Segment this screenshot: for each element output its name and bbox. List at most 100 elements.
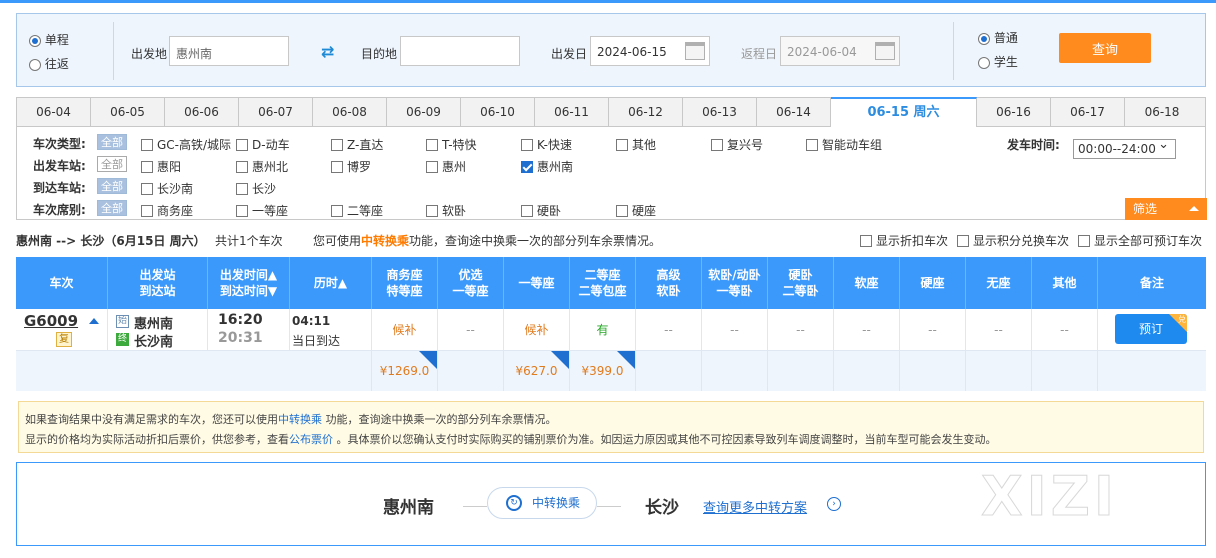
date-tab[interactable]: 06-09 [387, 98, 461, 126]
transfer-button[interactable]: ↻ 中转换乘 [487, 487, 597, 519]
train-type-row: 车次类型: 全部 GC-高铁/城际 D-动车 Z-直达 T-特快 K-快速 其他… [17, 132, 1205, 159]
all-from-stations-button[interactable]: 全部 [97, 156, 127, 172]
col-times[interactable]: 出发时间▲ 到达时间▼ [208, 257, 290, 309]
passenger-normal-option[interactable]: 普通 [978, 29, 1018, 46]
date-tab[interactable]: 06-13 [683, 98, 757, 126]
result-count: 共计1个车次 [215, 234, 283, 248]
from-station-option[interactable]: 博罗 [331, 158, 371, 175]
filter-toggle-button[interactable]: 筛选 [1125, 198, 1207, 220]
from-station-option[interactable]: 惠州北 [236, 158, 288, 175]
trip-return-option[interactable]: 往返 [29, 55, 69, 72]
from-input[interactable]: 惠州南 [169, 36, 289, 66]
calendar-icon[interactable] [875, 42, 895, 60]
date-tab[interactable]: 06-06 [165, 98, 239, 126]
discount-corner-icon [617, 351, 635, 369]
passenger-student-option[interactable]: 学生 [978, 53, 1018, 70]
connector-line [597, 506, 621, 507]
seat-option[interactable]: 硬卧 [521, 202, 561, 219]
train-type-d[interactable]: D-动车 [236, 136, 290, 153]
seat-business[interactable]: 候补 [372, 309, 438, 350]
origin-badge: 始 [116, 315, 129, 328]
from-station-option-checked[interactable]: 惠州南 [521, 158, 573, 175]
date-tab[interactable]: 06-12 [609, 98, 683, 126]
from-station-option[interactable]: 惠阳 [141, 158, 181, 175]
date-tabs: 06-04 06-05 06-06 06-07 06-08 06-09 06-1… [16, 97, 1206, 127]
train-type-fuxing[interactable]: 复兴号 [711, 136, 763, 153]
checkbox-icon [236, 183, 248, 195]
checkbox-icon [426, 161, 438, 173]
return-date-value: 2024-06-04 [787, 45, 857, 59]
from-station-label: 出发车站: [33, 159, 86, 173]
train-type-gc[interactable]: GC-高铁/城际 [141, 136, 231, 153]
arrow-right-icon[interactable]: › [827, 497, 841, 511]
col-preferred: 优选 一等座 [438, 257, 504, 309]
to-station-option[interactable]: 长沙南 [141, 180, 193, 197]
all-train-types-button[interactable]: 全部 [97, 134, 127, 150]
col-hard-sleeper: 硬卧 二等卧 [768, 257, 834, 309]
checkbox-icon [426, 139, 438, 151]
to-input[interactable] [400, 36, 520, 66]
date-tab[interactable]: 06-18 [1125, 98, 1199, 126]
train-type-other[interactable]: 其他 [616, 136, 656, 153]
seat-option[interactable]: 硬座 [616, 202, 656, 219]
date-tab[interactable]: 06-10 [461, 98, 535, 126]
return-date-input[interactable]: 2024-06-04 [780, 36, 900, 66]
transfer-link[interactable]: 中转换乘 [278, 413, 322, 426]
date-tab[interactable]: 06-08 [313, 98, 387, 126]
seat-second[interactable]: 有 [570, 309, 636, 350]
date-tab[interactable]: 06-05 [91, 98, 165, 126]
public-fare-link[interactable]: 公布票价 [289, 433, 333, 446]
return-date-label: 返程日 [741, 47, 778, 61]
swap-icon[interactable]: ⇄ [321, 42, 334, 61]
show-discount-option[interactable]: 显示折扣车次 [860, 232, 948, 249]
seat-soft-sleeper: -- [702, 309, 768, 350]
date-tab[interactable]: 06-17 [1051, 98, 1125, 126]
query-button[interactable]: 查询 [1059, 33, 1151, 63]
transfer-hint-link[interactable]: 中转换乘 [361, 234, 409, 248]
book-button[interactable]: 预订 兑 [1115, 314, 1187, 344]
seat-option[interactable]: 软卧 [426, 202, 466, 219]
date-tab[interactable]: 06-04 [17, 98, 91, 126]
train-type-k[interactable]: K-快速 [521, 136, 572, 153]
calendar-icon[interactable] [685, 42, 705, 60]
train-type-smart[interactable]: 智能动车组 [806, 136, 882, 153]
to-station-option[interactable]: 长沙 [236, 180, 276, 197]
table-row: G6009 复 始 惠州南 终 长沙南 16:20 20:31 04:11 当日… [16, 309, 1206, 351]
show-points-option[interactable]: 显示积分兑换车次 [957, 232, 1069, 249]
train-type-t[interactable]: T-特快 [426, 136, 477, 153]
show-all-bookable-option[interactable]: 显示全部可预订车次 [1078, 232, 1202, 249]
seat-option[interactable]: 二等座 [331, 202, 383, 219]
depart-date-input[interactable]: 2024-06-15 [590, 36, 710, 66]
seat-option[interactable]: 一等座 [236, 202, 288, 219]
train-type-label: 车次类型: [33, 137, 86, 151]
seat-hard-sleeper: -- [768, 309, 834, 350]
seat-other: -- [1032, 309, 1098, 350]
transfer-to: 长沙 [645, 498, 679, 518]
col-deluxe-sleeper: 高级 软卧 [636, 257, 702, 309]
date-tab[interactable]: 06-16 [977, 98, 1051, 126]
seat-first[interactable]: 候补 [504, 309, 570, 350]
date-tab[interactable]: 06-07 [239, 98, 313, 126]
col-duration[interactable]: 历时▲ [290, 257, 372, 309]
seat-label: 车次席别: [33, 203, 86, 217]
train-type-z[interactable]: Z-直达 [331, 136, 383, 153]
date-tab[interactable]: 06-11 [535, 98, 609, 126]
date-tab-active[interactable]: 06-15 周六 [831, 97, 977, 127]
price-empty [636, 351, 702, 391]
trip-single-option[interactable]: 单程 [29, 31, 69, 48]
col-business: 商务座 特等座 [372, 257, 438, 309]
from-station-option[interactable]: 惠州 [426, 158, 466, 175]
train-number[interactable]: G6009 [24, 312, 78, 330]
seat-option[interactable]: 商务座 [141, 202, 193, 219]
expand-stops-icon[interactable] [89, 318, 99, 324]
discount-corner-icon [419, 351, 437, 369]
more-transfer-link[interactable]: 查询更多中转方案 [703, 497, 807, 516]
checkbox-icon [616, 205, 628, 217]
checkbox-icon [521, 205, 533, 217]
price-first: ¥627.0 [504, 351, 570, 391]
all-to-stations-button[interactable]: 全部 [97, 178, 127, 194]
discount-corner-icon [551, 351, 569, 369]
caret-up-icon [1189, 206, 1199, 211]
date-tab[interactable]: 06-14 [757, 98, 831, 126]
all-seats-button[interactable]: 全部 [97, 200, 127, 216]
